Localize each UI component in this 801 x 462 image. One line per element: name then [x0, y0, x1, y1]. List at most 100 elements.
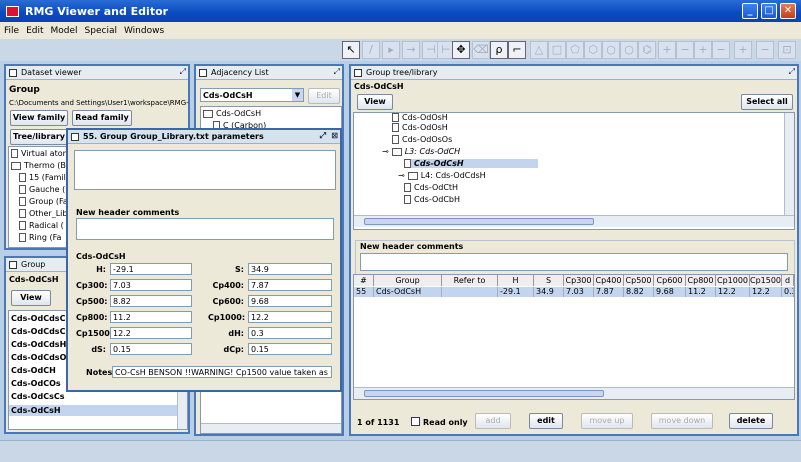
tree-hscroll[interactable]	[354, 215, 794, 227]
close-button[interactable]: ✕	[780, 3, 796, 19]
tree-library-button[interactable]: Tree/library	[10, 129, 68, 145]
list-item[interactable]: Cds-OdCsCs	[11, 392, 64, 401]
plus-plus-icon[interactable]: +	[694, 41, 712, 59]
tree-node[interactable]: Cds-OdOsH	[392, 123, 448, 132]
zoom-out-icon[interactable]: −	[756, 41, 774, 59]
list-item[interactable]: Cds-OdCdsOs	[11, 353, 71, 362]
table-hscroll[interactable]	[354, 387, 794, 399]
benzene-icon[interactable]: ⌬	[638, 41, 656, 59]
table-row[interactable]: 55 Cds-OdCsH -29.1 34.9 7.03 7.87 8.82 9…	[354, 287, 794, 297]
select-arrow-icon[interactable]: ↖	[342, 41, 360, 59]
maximize-icon[interactable]: ⤢	[180, 67, 186, 77]
cp300-input[interactable]: 7.03	[110, 279, 192, 291]
hexagon-icon[interactable]: ⬡	[584, 41, 602, 59]
cp500-input[interactable]: 8.82	[110, 295, 192, 307]
menu-edit[interactable]: Edit	[26, 26, 43, 36]
move-up-button[interactable]: move up	[581, 413, 633, 429]
tree-node[interactable]: Cds-OdOsH	[392, 113, 448, 122]
h-input[interactable]: -29.1	[110, 263, 192, 275]
tree-vscroll[interactable]	[784, 113, 794, 215]
tree-item[interactable]: Ring (Fa	[19, 233, 61, 242]
group-select[interactable]: Cds-OdCsH	[200, 88, 304, 102]
eraser-icon[interactable]: ⌫	[472, 41, 490, 59]
chevron-down-icon[interactable]: ▼	[292, 89, 303, 101]
cp600-input[interactable]: 9.68	[248, 295, 332, 307]
menu-special[interactable]: Special	[85, 26, 117, 36]
tree-item[interactable]: 15 (Famil	[19, 173, 66, 182]
square-icon[interactable]: □	[548, 41, 566, 59]
pentagon-icon[interactable]: ⬠	[566, 41, 584, 59]
col-header[interactable]: Cp300	[564, 275, 594, 286]
adjacency-hscroll[interactable]	[201, 423, 341, 433]
header-comments-input[interactable]	[360, 253, 788, 271]
charge-plus-icon[interactable]: +	[658, 41, 676, 59]
lasso-icon[interactable]: ρ	[490, 41, 508, 59]
col-header[interactable]: Refer to	[442, 275, 498, 286]
zoom-fit-icon[interactable]: ⊡	[778, 41, 796, 59]
dh-input[interactable]: 0.3	[248, 327, 332, 339]
col-header[interactable]: Cp500	[624, 275, 654, 286]
col-header[interactable]: Cp600	[654, 275, 686, 286]
close-icon[interactable]: ⊠	[331, 131, 338, 140]
tree-view-button[interactable]: View	[357, 94, 393, 110]
minimize-button[interactable]: _	[742, 3, 758, 19]
tree-item[interactable]: Gauche (	[19, 185, 65, 194]
cp1000-input[interactable]: 12.2	[248, 311, 332, 323]
notes-input[interactable]: CO-CsH BENSON !!WARNING! Cp1500 value ta…	[112, 366, 332, 378]
zoom-in-icon[interactable]: +	[734, 41, 752, 59]
maximize-icon[interactable]: ⤢	[320, 131, 326, 141]
read-family-button[interactable]: Read family	[72, 110, 132, 126]
tree-item[interactable]: Group (Fa	[19, 197, 68, 206]
tree-node[interactable]: Cds-OdCbH	[404, 195, 460, 204]
tree-node[interactable]: Cds-OdCtH	[404, 183, 458, 192]
col-header[interactable]: Cp400	[594, 275, 624, 286]
col-header[interactable]: Group	[374, 275, 442, 286]
minus-minus-icon[interactable]: −	[712, 41, 730, 59]
charge-minus-icon[interactable]: −	[676, 41, 694, 59]
maximize-button[interactable]: □	[761, 3, 777, 19]
move-down-button[interactable]: move down	[651, 413, 713, 429]
list-item[interactable]: Cds-OdCH	[11, 366, 56, 375]
cp400-input[interactable]: 7.87	[248, 279, 332, 291]
dcp-input[interactable]: 0.15	[248, 343, 332, 355]
ds-input[interactable]: 0.15	[110, 343, 192, 355]
list-item-selected[interactable]: Cds-OdCsH	[9, 405, 177, 416]
col-header[interactable]: #	[354, 275, 374, 286]
delete-button[interactable]: delete	[729, 413, 773, 429]
arrow-tool-icon[interactable]: ▸	[382, 41, 400, 59]
col-header[interactable]: Cp1000	[716, 275, 750, 286]
cp800-input[interactable]: 11.2	[110, 311, 192, 323]
pencil-icon[interactable]: /	[362, 41, 380, 59]
add-button[interactable]: add	[475, 413, 511, 429]
adjacency-text-area[interactable]	[74, 150, 336, 190]
header-comments-input[interactable]	[76, 218, 334, 240]
triangle-icon[interactable]: △	[530, 41, 548, 59]
maximize-icon[interactable]: ⤢	[334, 67, 340, 77]
select-all-button[interactable]: Select all	[741, 94, 793, 110]
heptagon-icon[interactable]: ○	[602, 41, 620, 59]
bond-icon[interactable]: ⌐	[508, 41, 526, 59]
tree-node[interactable]: ⊸ L3: Cds-OdCH	[382, 147, 460, 156]
view-family-button[interactable]: View family	[10, 110, 68, 126]
adjacency-edit-button[interactable]: Edit	[308, 88, 340, 104]
menu-windows[interactable]: Windows	[124, 26, 164, 36]
col-header[interactable]: S	[534, 275, 564, 286]
col-header[interactable]: H	[498, 275, 534, 286]
tree-item[interactable]: Cds-OdCsH	[203, 109, 261, 118]
list-item[interactable]: Cds-OdCdsH	[11, 340, 66, 349]
col-header[interactable]: d	[782, 275, 794, 286]
list-item[interactable]: Cds-OdCdsCs	[11, 327, 70, 336]
col-header[interactable]: Cp800	[686, 275, 716, 286]
arrow-right-icon[interactable]: →	[402, 41, 420, 59]
edit-button[interactable]: edit	[529, 413, 563, 429]
tree-node[interactable]: ⊸ L4: Cds-OdCdsH	[398, 171, 486, 180]
tree-item[interactable]: Other_Lib	[19, 209, 67, 218]
cp1500-input[interactable]: 12.2	[110, 327, 192, 339]
maximize-icon[interactable]: ⤢	[789, 67, 795, 77]
s-input[interactable]: 34.9	[248, 263, 332, 275]
tree-item[interactable]: Radical (	[19, 221, 64, 230]
list-item[interactable]: Cds-OdCOs	[11, 379, 61, 388]
tree-node-selected[interactable]: Cds-OdCsH	[404, 159, 538, 168]
read-only-checkbox[interactable]	[411, 417, 420, 426]
group-view-button[interactable]: View	[11, 290, 51, 306]
